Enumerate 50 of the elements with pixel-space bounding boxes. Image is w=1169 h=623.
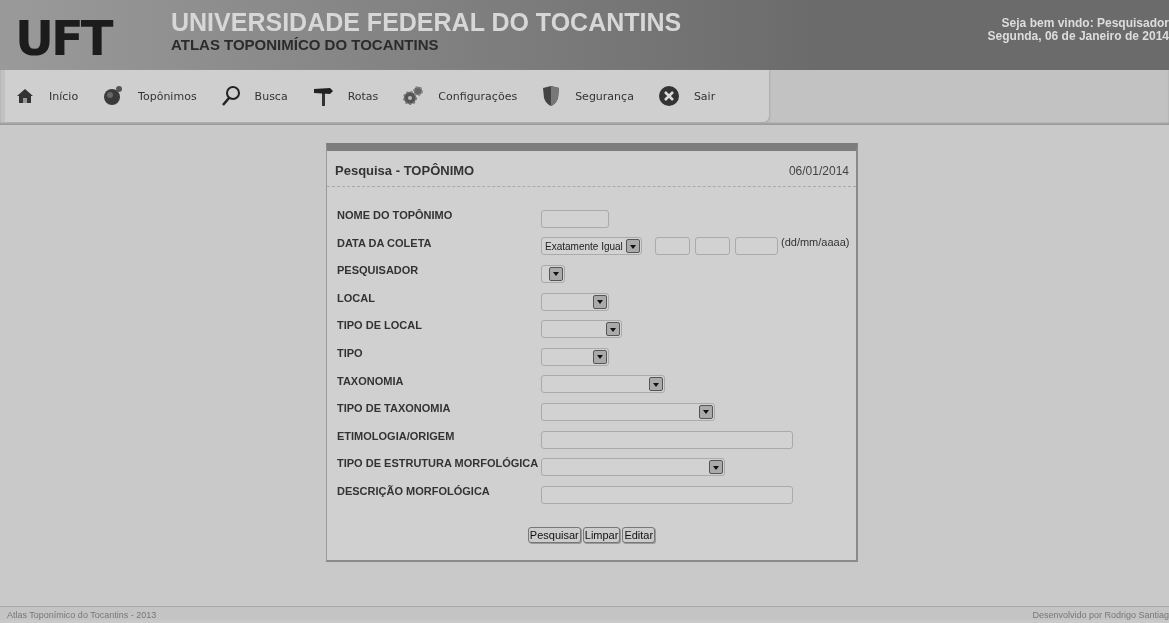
input-field[interactable] [541,209,609,228]
input-field[interactable] [735,237,778,256]
dropdown[interactable]: Exatamente Igual [541,237,642,256]
field-label: ETIMOLOGIA/ORIGEM [337,428,456,442]
field-label: TIPO DE LOCAL [337,318,423,332]
gears-icon [402,85,425,107]
field-label: LOCAL [337,290,376,304]
field-label: PESQUISADOR [337,263,420,277]
field-label: NOME DO TOPÔNIMO [337,208,454,221]
globe-icon [102,85,125,107]
welcome-text: Seja bem vindo: Pesquisador [1000,17,1169,30]
menu-item[interactable]: Configurações [402,85,518,107]
search-icon [220,85,241,107]
dropdown[interactable] [541,375,665,394]
dropdown[interactable] [541,320,622,339]
input-field[interactable] [541,430,793,449]
site-title: UNIVERSIDADE FEDERAL DO TOCANTINS [171,9,682,36]
menu-item[interactable]: Busca [220,85,288,107]
dropdown[interactable] [541,347,609,366]
signpost-icon [311,85,334,107]
field-label: DESCRIÇÃO MORFOLÓGICA [337,483,491,497]
shield-icon [541,85,562,107]
form-button[interactable]: Limpar [582,526,621,543]
house-icon [15,86,35,106]
dropdown[interactable] [541,265,565,283]
close-icon [657,85,680,107]
menu-item[interactable]: Rotas [311,85,379,107]
form-button[interactable]: Editar [622,526,656,543]
panel-title: Pesquisa - TOPÔNIMO [335,163,475,178]
site-subtitle: ATLAS TOPONIMÍCO DO TOCANTINS [171,36,440,54]
menu-item[interactable]: Topônimos [102,85,197,107]
input-field[interactable] [655,237,690,256]
form-button[interactable]: Pesquisar [527,526,581,543]
footer-credit: Desenvolvido por Rodrigo Santiag [1032,610,1169,620]
input-field[interactable] [541,485,793,504]
menu-item[interactable]: Sair [657,85,716,107]
logo: UFT [15,14,113,62]
dropdown[interactable] [541,292,609,311]
field-label: TIPO [337,345,364,359]
date-format-hint: (dd/mm/aaaa) [781,234,850,248]
input-field[interactable] [695,237,730,256]
field-label: TIPO DE TAXONOMIA [337,401,452,415]
field-label: TAXONOMIA [337,373,405,387]
menu-item[interactable]: Início [15,86,79,106]
menu-item[interactable]: Segurança [541,85,634,107]
footer-text: Atlas Toponímico do Tocantins - 2013 [7,610,157,620]
field-label: TIPO DE ESTRUTURA MORFOLÓGICA [337,456,540,470]
panel-date: 06/01/2014 [788,163,849,178]
field-label: DATA DA COLETA [337,235,433,249]
date-text: Segunda, 06 de Janeiro de 2014 [987,30,1169,43]
